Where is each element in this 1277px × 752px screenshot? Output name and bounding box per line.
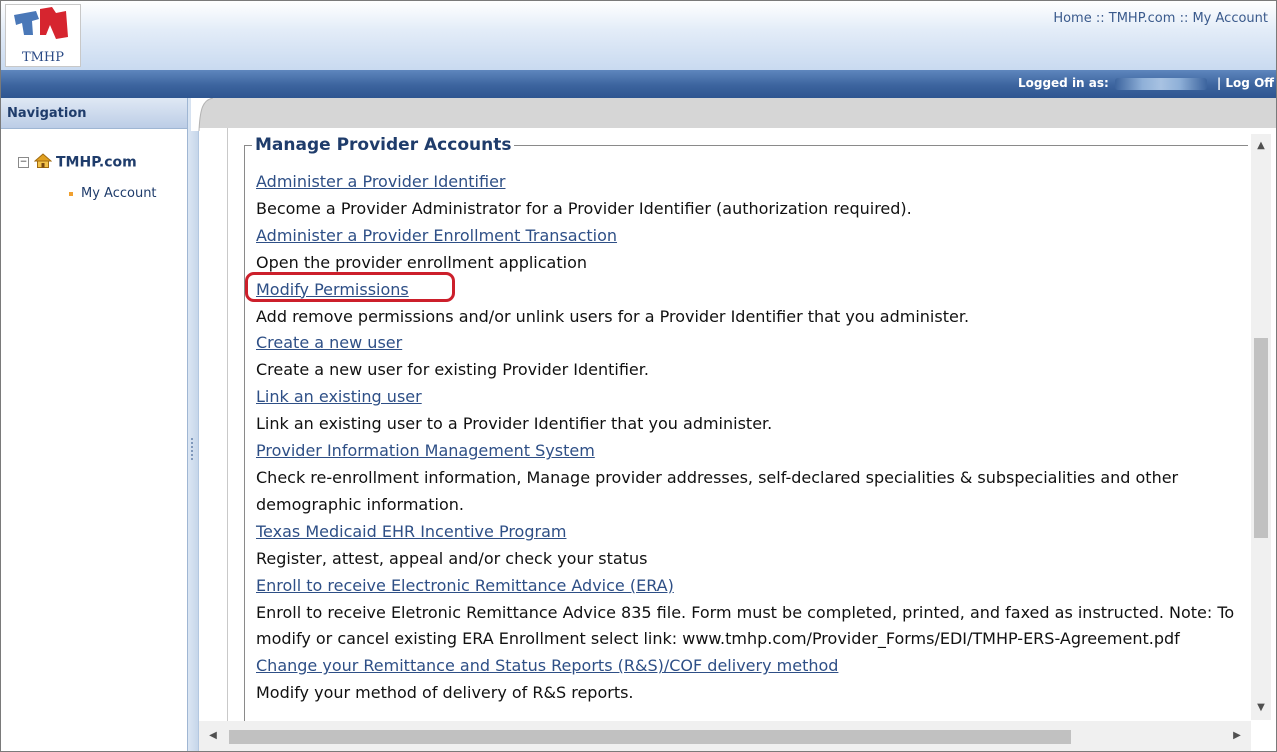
item-description: Add remove permissions and/or unlink use… xyxy=(256,306,970,326)
logoff-separator: | xyxy=(1216,76,1222,90)
user-bar: Logged in as: | Log Off xyxy=(1,70,1276,98)
navigation-title: Navigation xyxy=(7,106,87,121)
navigation-panel: Navigation − TMHP.com My Account xyxy=(1,98,188,751)
horizontal-scrollbar[interactable]: ◀ ▶ xyxy=(199,721,1251,751)
tmhp-logo[interactable]: TMHP xyxy=(5,4,81,67)
provider-information-management-link[interactable]: Provider Information Management System xyxy=(256,438,1251,465)
masked-username xyxy=(1114,77,1207,90)
tab-curve xyxy=(191,98,213,131)
scroll-up-icon[interactable]: ▲ xyxy=(1251,136,1271,156)
scroll-down-icon[interactable]: ▼ xyxy=(1251,698,1271,718)
tree-root-tmhp[interactable]: − TMHP.com xyxy=(18,153,137,172)
separator: :: xyxy=(1179,11,1189,26)
tmhp-link[interactable]: TMHP.com xyxy=(1109,11,1176,26)
item-description: Become a Provider Administrator for a Pr… xyxy=(256,198,912,218)
item-description: Link an existing user to a Provider Iden… xyxy=(256,414,773,434)
item-description: Modify your method of delivery of R&S re… xyxy=(256,683,634,703)
item-description: Check re-enrollment information, Manage … xyxy=(256,467,1179,514)
login-info: Logged in as: | Log Off xyxy=(1018,76,1274,90)
create-new-user-link[interactable]: Create a new user xyxy=(256,330,1251,357)
scroll-right-icon[interactable]: ▶ xyxy=(1227,721,1247,751)
scroll-left-icon[interactable]: ◀ xyxy=(203,721,223,751)
vertical-scrollbar[interactable]: ▲ ▼ xyxy=(1251,134,1271,720)
logged-in-label: Logged in as: xyxy=(1017,76,1109,90)
item-description: Register, attest, appeal and/or check yo… xyxy=(256,548,648,568)
panel-border xyxy=(227,128,228,751)
item-description: Enroll to receive Eletronic Remittance A… xyxy=(256,602,1235,649)
content-tab-strip xyxy=(199,98,1276,128)
tree-root-label: TMHP.com xyxy=(56,154,137,171)
logoff-link[interactable]: Log Off xyxy=(1225,76,1274,90)
app-window: TMHP Home :: TMHP.com :: My Account Logg… xyxy=(0,0,1277,752)
top-links: Home :: TMHP.com :: My Account xyxy=(1053,11,1268,26)
header: TMHP Home :: TMHP.com :: My Account xyxy=(1,1,1276,70)
separator: :: xyxy=(1095,11,1105,26)
home-link[interactable]: Home xyxy=(1053,11,1091,26)
modify-permissions-highlight xyxy=(245,272,455,302)
ehr-incentive-program-link[interactable]: Texas Medicaid EHR Incentive Program xyxy=(256,519,1251,546)
tree-item-my-account[interactable]: My Account xyxy=(69,186,157,201)
my-account-link[interactable]: My Account xyxy=(1192,11,1268,26)
administer-enrollment-transaction-link[interactable]: Administer a Provider Enrollment Transac… xyxy=(256,223,1251,250)
tree-item-label: My Account xyxy=(81,186,157,201)
navigation-header: Navigation xyxy=(1,98,187,129)
panel-splitter[interactable] xyxy=(188,98,199,751)
bullet-icon xyxy=(69,191,73,196)
item-description: Create a new user for existing Provider … xyxy=(256,360,649,380)
link-existing-user-link[interactable]: Link an existing user xyxy=(256,384,1251,411)
enroll-era-link[interactable]: Enroll to receive Electronic Remittance … xyxy=(256,573,1251,600)
horizontal-scroll-thumb[interactable] xyxy=(229,730,1071,744)
logo-text: TMHP xyxy=(21,50,65,65)
vertical-scroll-thumb[interactable] xyxy=(1254,338,1268,538)
fieldset-border-left xyxy=(244,145,245,725)
administer-provider-identifier-link[interactable]: Administer a Provider Identifier xyxy=(256,169,1251,196)
collapse-icon[interactable]: − xyxy=(18,157,29,168)
home-icon xyxy=(33,153,53,172)
section-title: Manage Provider Accounts xyxy=(252,135,515,155)
change-delivery-method-link[interactable]: Change your Remittance and Status Report… xyxy=(256,653,1251,680)
splitter-grip-icon[interactable] xyxy=(191,438,193,460)
account-options-list: Administer a Provider Identifier Become … xyxy=(256,169,1251,707)
